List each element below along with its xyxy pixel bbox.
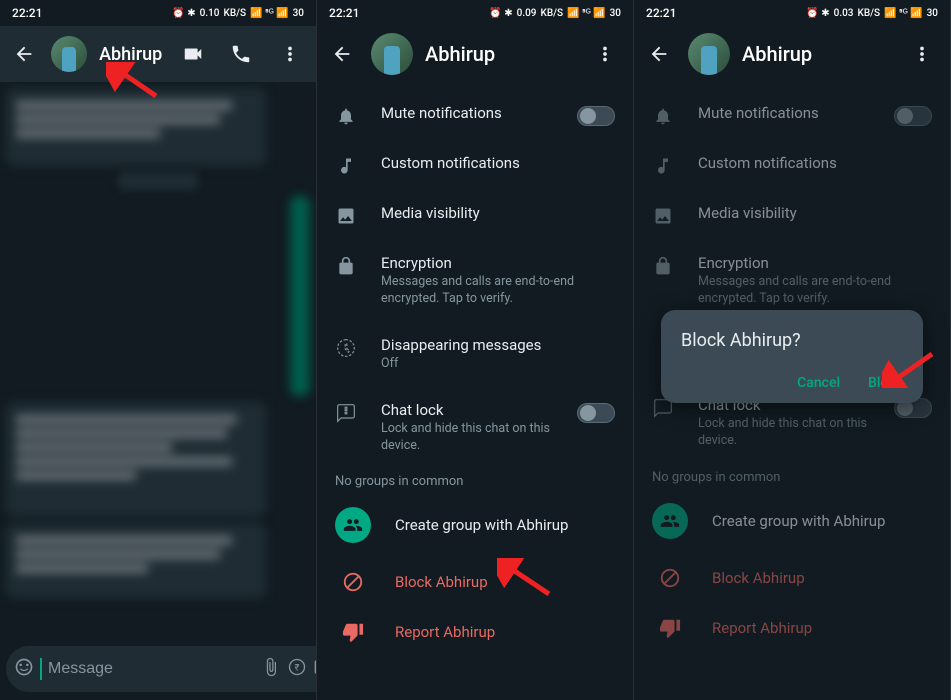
- custom-label: Custom notifications: [381, 154, 615, 172]
- status-bar: 22:21 ⏰ ✱ 0.09 KB/S 📶 ⁵ᴳ 📶 30: [317, 0, 633, 26]
- attach-icon[interactable]: [261, 657, 281, 681]
- screen-block-dialog: 22:21 ⏰ ✱ 0.03 KB/S 📶 ⁵ᴳ 📶 30 Abhirup Mu…: [634, 0, 951, 700]
- chat-body[interactable]: [0, 82, 316, 642]
- info-app-bar: Abhirup: [317, 26, 633, 82]
- date-chip: [118, 172, 198, 190]
- lock-icon: [652, 254, 674, 276]
- encryption-sub: Messages and calls are end-to-end encryp…: [381, 274, 615, 308]
- no-groups-label: No groups in common: [317, 468, 633, 493]
- compose-bar: ₹: [6, 646, 310, 692]
- thumbs-down-icon: [342, 621, 364, 643]
- message-incoming[interactable]: [6, 88, 266, 166]
- text-cursor: [40, 658, 42, 680]
- disappearing-sub: Off: [381, 356, 615, 373]
- status-icons: ⏰ ✱ 0.09 KB/S 📶 ⁵ᴳ 📶 30: [489, 8, 621, 19]
- more-menu-button[interactable]: [585, 34, 625, 74]
- disappearing-messages-row[interactable]: Disappearing messages Off: [317, 322, 633, 387]
- status-icons: ⏰ ✱ 0.10 KB/S 📶 ⁵ᴳ 📶 30: [172, 8, 304, 19]
- contact-name: Abhirup: [742, 42, 890, 66]
- settings-list[interactable]: Mute notifications Custom notifications …: [317, 82, 633, 700]
- video-call-button[interactable]: [174, 34, 211, 74]
- dialog-cancel-button[interactable]: Cancel: [797, 375, 840, 391]
- emoji-icon[interactable]: [14, 657, 34, 681]
- message-input[interactable]: [48, 660, 255, 678]
- status-bar: 22:21 ⏰ ✱ 0.10 KB/S 📶 ⁵ᴳ 📶 30: [0, 0, 316, 26]
- chat-lock-icon: [335, 401, 357, 423]
- create-group-row: Create group with Abhirup: [634, 489, 950, 553]
- status-time: 22:21: [12, 6, 42, 20]
- timer-icon: [335, 336, 357, 358]
- report-row[interactable]: Report Abhirup: [317, 607, 633, 657]
- status-bar: 22:21 ⏰ ✱ 0.03 KB/S 📶 ⁵ᴳ 📶 30: [634, 0, 950, 26]
- block-icon: [659, 567, 681, 589]
- compose-input-container: ₹: [6, 646, 317, 692]
- block-row[interactable]: Block Abhirup: [317, 557, 633, 607]
- more-menu-button[interactable]: [271, 34, 308, 74]
- bell-icon: [335, 104, 357, 126]
- more-menu-button[interactable]: [902, 34, 942, 74]
- image-icon: [335, 204, 357, 226]
- group-icon: [652, 503, 688, 539]
- chatlock-toggle[interactable]: [577, 403, 615, 423]
- contact-name: Abhirup: [425, 42, 573, 66]
- mute-notifications-row: Mute notifications: [634, 90, 950, 140]
- message-outgoing[interactable]: [290, 196, 310, 396]
- dialog-block-button[interactable]: Block: [868, 375, 903, 391]
- mute-toggle: [894, 106, 932, 126]
- chatlock-sub: Lock and hide this chat on this device.: [381, 421, 553, 455]
- back-button[interactable]: [642, 34, 676, 74]
- status-icons: ⏰ ✱ 0.03 KB/S 📶 ⁵ᴳ 📶 30: [806, 8, 938, 19]
- dialog-title: Block Abhirup?: [681, 330, 903, 351]
- group-icon: [335, 507, 371, 543]
- svg-text:₹: ₹: [295, 663, 300, 673]
- back-button[interactable]: [325, 34, 359, 74]
- disappearing-label: Disappearing messages: [381, 336, 615, 354]
- voice-call-button[interactable]: [223, 34, 260, 74]
- block-icon: [342, 571, 364, 593]
- media-visibility-row: Media visibility: [634, 190, 950, 240]
- info-app-bar: Abhirup: [634, 26, 950, 82]
- block-label: Block Abhirup: [395, 573, 488, 591]
- lock-icon: [335, 254, 357, 276]
- contact-name[interactable]: Abhirup: [99, 44, 162, 65]
- message-incoming[interactable]: [6, 523, 266, 598]
- create-group-label: Create group with Abhirup: [395, 516, 568, 534]
- chat-lock-row[interactable]: Chat lock Lock and hide this chat on this…: [317, 387, 633, 469]
- mute-notifications-row[interactable]: Mute notifications: [317, 90, 633, 140]
- image-icon: [652, 204, 674, 226]
- mute-toggle[interactable]: [577, 106, 615, 126]
- status-time: 22:21: [329, 6, 359, 20]
- chatlock-label: Chat lock: [381, 401, 553, 419]
- media-label: Media visibility: [381, 204, 615, 222]
- mute-label: Mute notifications: [381, 104, 553, 122]
- music-note-icon: [335, 154, 357, 176]
- rupee-icon[interactable]: ₹: [287, 657, 307, 681]
- block-row: Block Abhirup: [634, 553, 950, 603]
- encryption-row[interactable]: Encryption Messages and calls are end-to-…: [317, 240, 633, 322]
- encryption-label: Encryption: [381, 254, 615, 272]
- report-label: Report Abhirup: [395, 623, 495, 641]
- custom-notifications-row[interactable]: Custom notifications: [317, 140, 633, 190]
- message-incoming[interactable]: [6, 402, 266, 517]
- status-time: 22:21: [646, 6, 676, 20]
- back-button[interactable]: [8, 34, 39, 74]
- chat-app-bar: Abhirup: [0, 26, 316, 82]
- music-note-icon: [652, 154, 674, 176]
- contact-avatar[interactable]: [51, 36, 87, 72]
- screen-chat: 22:21 ⏰ ✱ 0.10 KB/S 📶 ⁵ᴳ 📶 30 Abhirup: [0, 0, 317, 700]
- bell-icon: [652, 104, 674, 126]
- contact-avatar[interactable]: [688, 33, 730, 75]
- custom-notifications-row: Custom notifications: [634, 140, 950, 190]
- screen-contact-info: 22:21 ⏰ ✱ 0.09 KB/S 📶 ⁵ᴳ 📶 30 Abhirup Mu…: [317, 0, 634, 700]
- report-row: Report Abhirup: [634, 603, 950, 653]
- media-visibility-row[interactable]: Media visibility: [317, 190, 633, 240]
- thumbs-down-icon: [659, 617, 681, 639]
- contact-avatar[interactable]: [371, 33, 413, 75]
- block-dialog: Block Abhirup? Cancel Block: [661, 310, 923, 403]
- create-group-row[interactable]: Create group with Abhirup: [317, 493, 633, 557]
